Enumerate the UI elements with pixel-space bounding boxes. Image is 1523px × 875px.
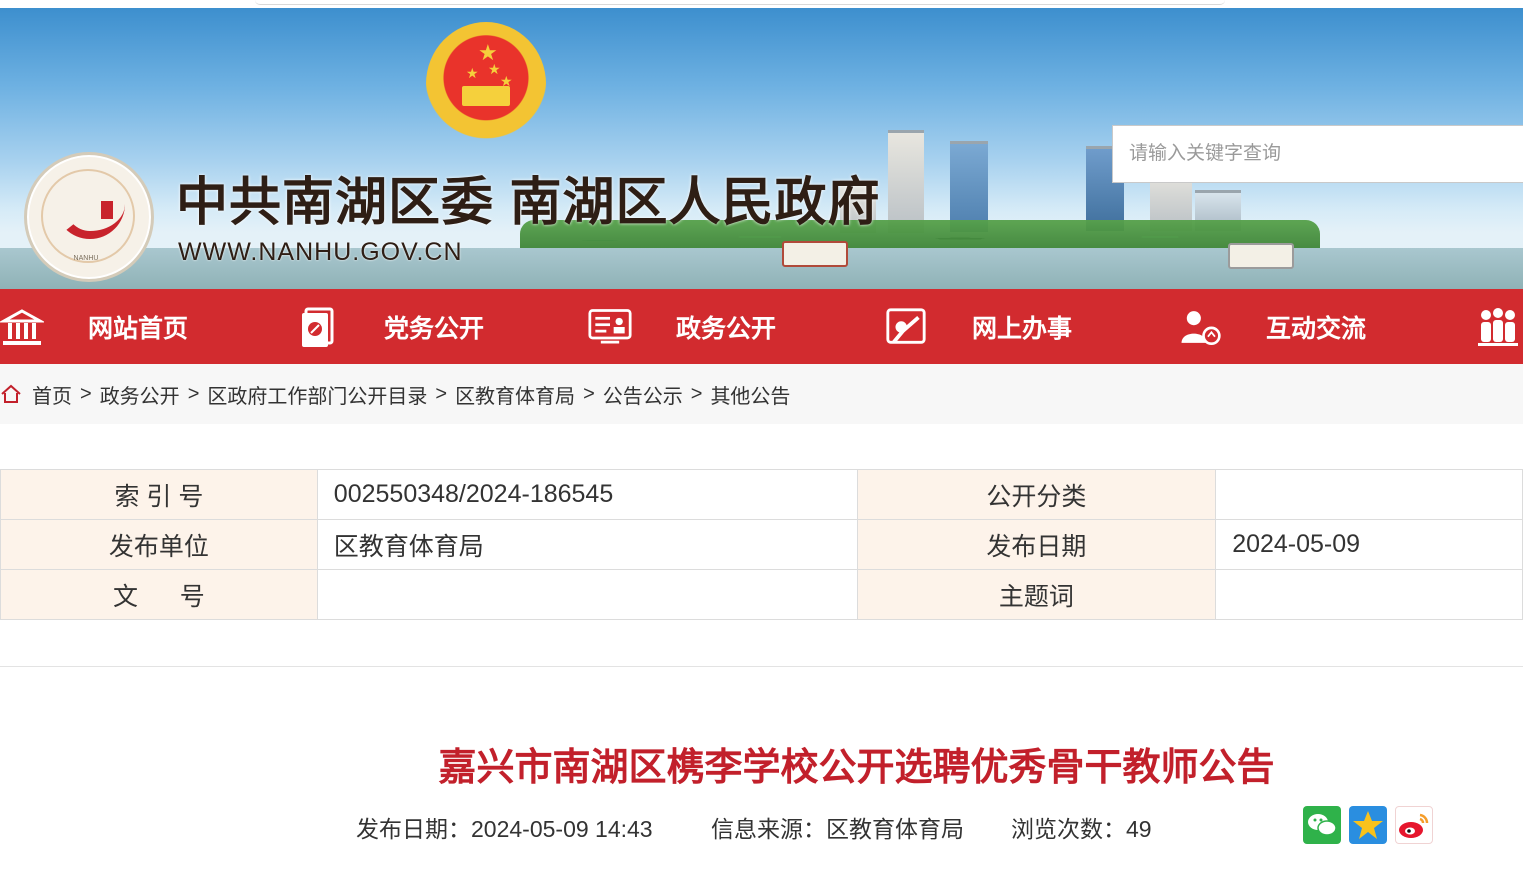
table-row: 索 引 号 002550348/2024-186545 公开分类: [0, 469, 1523, 520]
nav-item-label: 网站首页: [88, 314, 189, 343]
building-icon: [0, 305, 44, 349]
article-title: 嘉兴市南湖区槜李学校公开选聘优秀骨干教师公告: [438, 747, 1275, 789]
breadcrumb-item[interactable]: 其他公告: [710, 380, 790, 409]
table-row: 发布单位 区教育体育局 发布日期 2024-05-09: [0, 519, 1523, 570]
info-table: 索 引 号 002550348/2024-186545 公开分类 发布单位 区教…: [0, 469, 1523, 620]
logo-caption: NANHU: [73, 255, 99, 262]
banner-building: [888, 130, 924, 233]
banner-building: [950, 141, 988, 232]
weibo-icon[interactable]: [1395, 806, 1433, 844]
publisher-label: 发布单位: [0, 519, 318, 570]
nav-item-party-affairs[interactable]: 党务公开: [296, 289, 484, 364]
article-source: 信息来源：区教育体育局: [711, 816, 964, 842]
banner-boat: [1228, 243, 1294, 269]
search-box: [1112, 125, 1523, 183]
nav-item-home[interactable]: 网站首页: [0, 289, 188, 364]
site-title: 中共南湖区委 南湖区人民政府: [176, 174, 881, 232]
breadcrumb-separator: >: [583, 382, 595, 405]
table-row: 文 号 主题词: [0, 569, 1523, 620]
nav-item-label: 党务公开: [384, 314, 485, 343]
party-document-icon: [296, 305, 340, 349]
publish-date-label: 发布日期: [856, 519, 1217, 570]
nav-item-government-affairs[interactable]: 政务公开: [588, 289, 776, 364]
breadcrumb-separator: >: [80, 382, 92, 405]
nav-item-people[interactable]: [1476, 289, 1523, 364]
search-input[interactable]: [1113, 126, 1509, 182]
category-label: 公开分类: [856, 469, 1217, 520]
online-service-icon: [884, 305, 928, 349]
top-edge: [0, 0, 1523, 8]
national-emblem-icon: ★ ★ ★ ★: [426, 22, 546, 146]
site-url: WWW.NANHU.GOV.CN: [178, 238, 463, 266]
banner-boat: [782, 241, 848, 267]
breadcrumb: 首页 > 政务公开 > 区政府工作部门公开目录 > 区教育体育局 > 公告公示 …: [0, 364, 1523, 424]
nanhu-logo[interactable]: NANHU: [24, 152, 154, 282]
breadcrumb-separator: >: [690, 382, 703, 405]
breadcrumb-item[interactable]: 区教育体育局: [455, 380, 575, 409]
index-number-label: 索 引 号: [0, 469, 318, 520]
nav-item-label: 网上办事: [972, 314, 1073, 343]
government-board-icon: [588, 305, 632, 349]
breadcrumb-item[interactable]: 政务公开: [100, 380, 180, 409]
breadcrumb-separator: >: [187, 382, 200, 405]
nav-item-online-service[interactable]: 网上办事: [884, 289, 1072, 364]
home-icon[interactable]: [0, 383, 22, 405]
publisher-value: 区教育体育局: [316, 519, 858, 570]
publish-date-value: 2024-05-09: [1215, 519, 1523, 570]
article-views: 浏览次数：49: [1011, 816, 1152, 842]
breadcrumb-item[interactable]: 首页: [32, 380, 72, 409]
document-number-value: [316, 569, 858, 620]
divider: [0, 666, 1523, 667]
category-value: [1215, 469, 1523, 520]
nav-item-interaction[interactable]: 互动交流: [1178, 289, 1366, 364]
article-publish-date: 发布日期：2024-05-09 14:43: [356, 816, 653, 842]
wechat-icon[interactable]: [1303, 806, 1341, 844]
nav-item-label: 政务公开: [676, 314, 777, 343]
nav-item-label: 互动交流: [1266, 314, 1367, 343]
interaction-icon: [1178, 305, 1222, 349]
subject-words-value: [1215, 569, 1523, 620]
breadcrumb-item[interactable]: 区政府工作部门公开目录: [207, 380, 427, 409]
breadcrumb-separator: >: [435, 382, 448, 405]
people-group-icon: [1476, 305, 1520, 349]
main-nav: 网站首页 党务公开 政务公开 网上办事 互动交流: [0, 289, 1523, 364]
document-number-label: 文 号: [0, 569, 318, 620]
breadcrumb-item[interactable]: 公告公示: [603, 380, 683, 409]
index-number-value: 002550348/2024-186545: [316, 469, 858, 520]
qzone-star-icon[interactable]: [1349, 806, 1387, 844]
subject-words-label: 主题词: [856, 569, 1217, 620]
